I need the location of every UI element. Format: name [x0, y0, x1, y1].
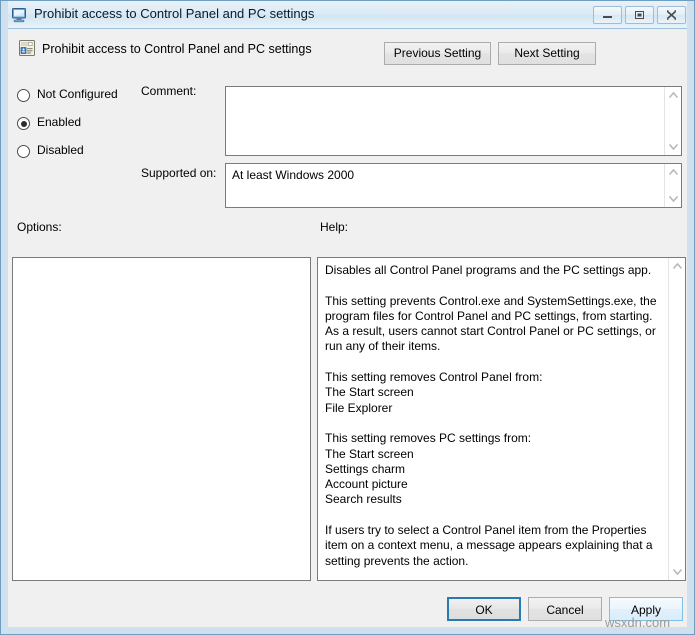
- radio-enabled-mark[interactable]: [17, 117, 30, 130]
- help-panel[interactable]: Disables all Control Panel programs and …: [317, 257, 686, 581]
- minimize-button[interactable]: [593, 6, 622, 24]
- help-text: Disables all Control Panel programs and …: [325, 263, 660, 569]
- radio-not-configured-label: Not Configured: [37, 87, 118, 101]
- help-label: Help:: [320, 220, 348, 234]
- title-bar[interactable]: Prohibit access to Control Panel and PC …: [1, 1, 694, 29]
- options-panel[interactable]: [12, 257, 311, 581]
- comment-scrollbar[interactable]: [664, 87, 681, 155]
- window-title: Prohibit access to Control Panel and PC …: [34, 6, 314, 21]
- computer-monitor-icon: [11, 7, 28, 23]
- maximize-button[interactable]: [625, 6, 654, 24]
- close-button[interactable]: [657, 6, 686, 24]
- options-label: Options:: [17, 220, 62, 234]
- supported-on-value: At least Windows 2000: [232, 168, 354, 182]
- cancel-button[interactable]: Cancel: [528, 597, 602, 621]
- scroll-up-icon[interactable]: [669, 258, 686, 275]
- scroll-down-icon[interactable]: [665, 190, 682, 207]
- previous-setting-button[interactable]: Previous Setting: [384, 42, 491, 65]
- ok-button[interactable]: OK: [447, 597, 521, 621]
- scroll-down-icon[interactable]: [669, 563, 686, 580]
- help-scrollbar[interactable]: [668, 258, 685, 580]
- policy-setting-icon: [18, 39, 36, 57]
- watermark: wsxdn.com: [605, 615, 670, 630]
- radio-not-configured-mark[interactable]: [17, 89, 30, 102]
- scroll-down-icon[interactable]: [665, 138, 682, 155]
- supported-on-scrollbar[interactable]: [664, 164, 681, 207]
- radio-disabled-label: Disabled: [37, 143, 84, 157]
- setting-header: Prohibit access to Control Panel and PC …: [9, 30, 688, 76]
- next-setting-button[interactable]: Next Setting: [498, 42, 596, 65]
- policy-setting-name: Prohibit access to Control Panel and PC …: [42, 42, 312, 56]
- scroll-up-icon[interactable]: [665, 164, 682, 181]
- scroll-up-icon[interactable]: [665, 87, 682, 104]
- supported-on-field[interactable]: At least Windows 2000: [225, 163, 682, 208]
- comment-input[interactable]: [225, 86, 682, 156]
- comment-label: Comment:: [141, 84, 196, 98]
- radio-enabled-label: Enabled: [37, 115, 81, 129]
- radio-disabled-mark[interactable]: [17, 145, 30, 158]
- supported-on-label: Supported on:: [141, 166, 216, 180]
- group-policy-setting-dialog: Prohibit access to Control Panel and PC …: [0, 0, 695, 635]
